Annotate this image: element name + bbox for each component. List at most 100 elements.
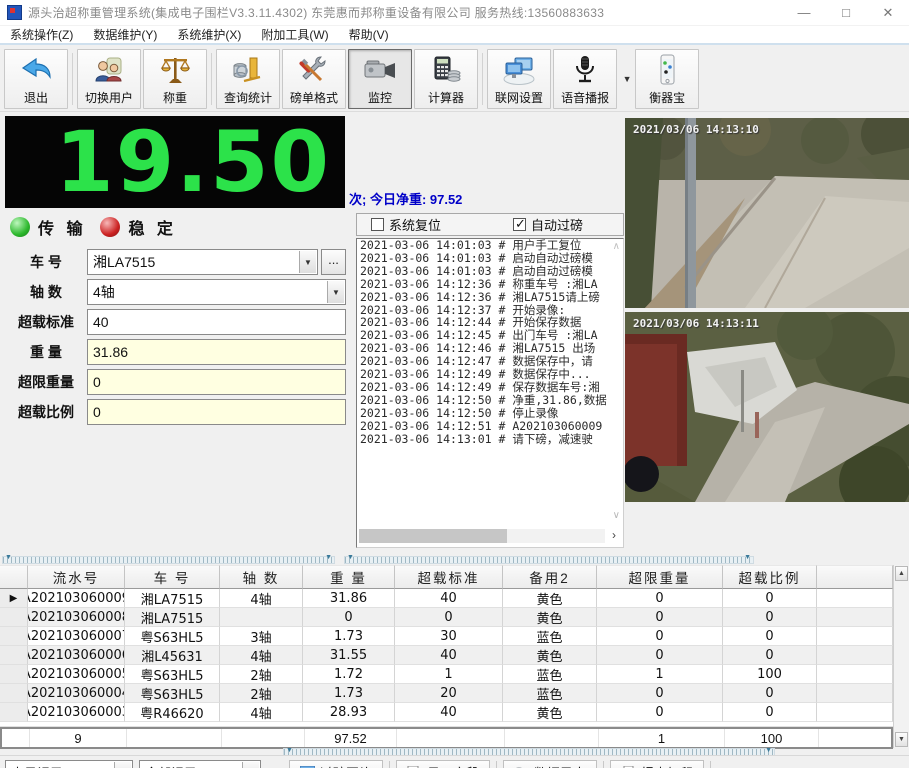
weigh-photo-button[interactable]: 过磅图片 [289, 760, 383, 768]
monitor-button[interactable]: 监控 [348, 49, 412, 109]
toolbar-separator [211, 53, 212, 105]
overload-ratio-input[interactable]: 0 [87, 399, 346, 425]
table-row[interactable]: A202103060008 湘LA7515 0 0 黄色 0 0 [0, 608, 893, 627]
chevron-down-icon[interactable]: ▼ [242, 762, 259, 768]
cell-weight: 31.55 [303, 646, 395, 665]
summary-count: 9 [30, 729, 127, 747]
system-reset-checkbox[interactable] [371, 218, 384, 231]
header-weight[interactable]: 重 量 [303, 565, 395, 589]
switch-user-icon [93, 53, 125, 87]
cell-axles [220, 608, 303, 627]
log-horizontal-scrollbar[interactable]: › [359, 529, 605, 543]
stable-label: 稳 定 [128, 215, 176, 239]
close-button[interactable]: ✕ [867, 0, 909, 25]
maximize-button[interactable]: □ [825, 0, 867, 25]
scroll-up-icon[interactable]: ▲ [895, 566, 908, 581]
table-row[interactable]: A202103060007 粤S63HL5 3轴 1.73 30 蓝色 0 0 [0, 627, 893, 646]
cell-over: 0 [597, 608, 723, 627]
menu-data-maintenance[interactable]: 数据维护(Y) [83, 26, 167, 43]
header-limit[interactable]: 超载标准 [395, 565, 503, 589]
overload-ratio-label: 超载比例 [5, 402, 87, 422]
report-print-label: 报表打印 [641, 763, 693, 768]
cell-plate: 粤S63HL5 [125, 627, 220, 646]
show-fields-button[interactable]: 显示字段 [396, 760, 490, 768]
chevron-down-icon[interactable]: ▼ [299, 251, 316, 273]
auto-weigh-checkbox[interactable] [513, 218, 526, 231]
toolbar: 退出 切换用户 称重 查询统计 磅单格式 [0, 47, 909, 112]
exit-button[interactable]: 退出 [4, 49, 68, 109]
cell-serial: A202103060005 [28, 665, 125, 684]
data-export-button[interactable]: 数据导出 [503, 760, 597, 768]
chevron-down-icon[interactable]: ▼ [327, 281, 344, 303]
minimize-button[interactable]: — [783, 0, 825, 25]
axle-count-label: 轴 数 [5, 282, 87, 302]
menu-system-operation[interactable]: 系统操作(Z) [0, 26, 83, 43]
voice-broadcast-button[interactable]: 语音播报 [553, 49, 617, 109]
scale-app-button[interactable]: 衡器宝 [635, 49, 699, 109]
header-serial[interactable]: 流水号 [28, 565, 125, 589]
row-selector [0, 684, 28, 703]
log-scroll-down-icon[interactable]: ∨ [613, 510, 620, 521]
over-limit-weight-label: 超限重量 [5, 372, 87, 392]
menu-extra-tools[interactable]: 附加工具(W) [251, 26, 338, 43]
plate-number-combobox[interactable]: 湘LA7515 ▼ [87, 249, 318, 275]
header-ratio[interactable]: 超载比例 [723, 565, 817, 589]
cell-weight: 0 [303, 608, 395, 627]
network-settings-icon [499, 53, 539, 87]
overload-ratio-row: 超载比例 0 [5, 399, 346, 425]
header-remark[interactable]: 备用2 [503, 565, 597, 589]
record-scope-select[interactable]: 全部记录 ▼ [139, 760, 261, 768]
log-scrollbar-thumb[interactable] [359, 529, 507, 543]
voice-dropdown-arrow[interactable]: ▼ [619, 49, 635, 109]
overload-standard-input[interactable]: 40 [87, 309, 346, 335]
chevron-down-icon[interactable]: ▼ [114, 762, 131, 768]
log-line: 2021-03-06 14:12:50 # 停止录像 [357, 407, 623, 420]
table-row[interactable]: A202103060006 湘L45631 4轴 31.55 40 黄色 0 0 [0, 646, 893, 665]
cell-weight: 1.72 [303, 665, 395, 684]
window-title: 源头治超称重管理系统(集成电子围栏V3.3.11.4302) 东莞惠而邦称重设备… [28, 4, 604, 21]
query-stats-button[interactable]: 查询统计 [216, 49, 280, 109]
daily-net-weight: 次; 今日净重: 97.52 [349, 189, 462, 208]
weight-field-value: 31.86 [93, 344, 128, 360]
event-log-panel[interactable]: 2021-03-06 14:01:03 # 用户手工复位 2021-03-06 … [356, 238, 624, 548]
table-row[interactable]: ▶ A202103060009 湘LA7515 4轴 31.86 40 黄色 0… [0, 589, 893, 608]
network-settings-button[interactable]: 联网设置 [487, 49, 551, 109]
menu-help[interactable]: 帮助(V) [339, 26, 399, 43]
table-vertical-scrollbar[interactable]: ▲ ▼ [893, 565, 909, 748]
splitter-mark-icon: ▼ [347, 554, 354, 561]
plate-lookup-button[interactable]: ... [321, 249, 346, 275]
plate-number-label: 车 号 [5, 252, 87, 272]
log-scroll-up-icon[interactable]: ∧ [613, 241, 620, 252]
calculator-button[interactable]: 计算器 [414, 49, 478, 109]
report-print-button[interactable]: 报表打印 [610, 760, 704, 768]
scale-app-icon [654, 53, 680, 87]
header-plate[interactable]: 车 号 [125, 565, 220, 589]
cell-filler [817, 665, 893, 684]
header-over[interactable]: 超限重量 [597, 565, 723, 589]
weigh-button[interactable]: 称重 [143, 49, 207, 109]
log-line: 2021-03-06 14:01:03 # 启动自动过磅模 [357, 265, 623, 278]
over-limit-weight-input[interactable]: 0 [87, 369, 346, 395]
log-scroll-right-icon[interactable]: › [607, 529, 621, 543]
scroll-down-icon[interactable]: ▼ [895, 732, 908, 747]
ticket-format-button[interactable]: 磅单格式 [282, 49, 346, 109]
table-row[interactable]: A202103060003 粤R46620 4轴 28.93 40 黄色 0 0 [0, 703, 893, 722]
cell-limit: 40 [395, 703, 503, 722]
table-row[interactable]: A202103060005 粤S63HL5 2轴 1.72 1 蓝色 1 100 [0, 665, 893, 684]
bottom-separator [710, 761, 711, 768]
log-line: 2021-03-06 14:12:36 # 湘LA7515请上磅 [357, 291, 623, 304]
log-line: 2021-03-06 14:12:50 # 净重,31.86,数据 [357, 394, 623, 407]
axle-count-combobox[interactable]: 4轴 ▼ [87, 279, 346, 305]
table-row[interactable]: A202103060004 粤S63HL5 2轴 1.73 20 蓝色 0 0 [0, 684, 893, 703]
weigh-photo-label: 过磅图片 [320, 763, 372, 768]
row-selector [0, 627, 28, 646]
cell-limit: 30 [395, 627, 503, 646]
summary-weight: 97.52 [305, 729, 397, 747]
left-splitter-bar[interactable]: ▼ ▼ [2, 556, 335, 564]
menu-system-maintenance[interactable]: 系统维护(X) [167, 26, 251, 43]
weight-input[interactable]: 31.86 [87, 339, 346, 365]
switch-user-button[interactable]: 切换用户 [77, 49, 141, 109]
right-splitter-bar[interactable]: ▼ ▼ [344, 556, 754, 564]
record-range-select[interactable]: 本日记录 ▼ [5, 760, 133, 768]
header-axles[interactable]: 轴 数 [220, 565, 303, 589]
